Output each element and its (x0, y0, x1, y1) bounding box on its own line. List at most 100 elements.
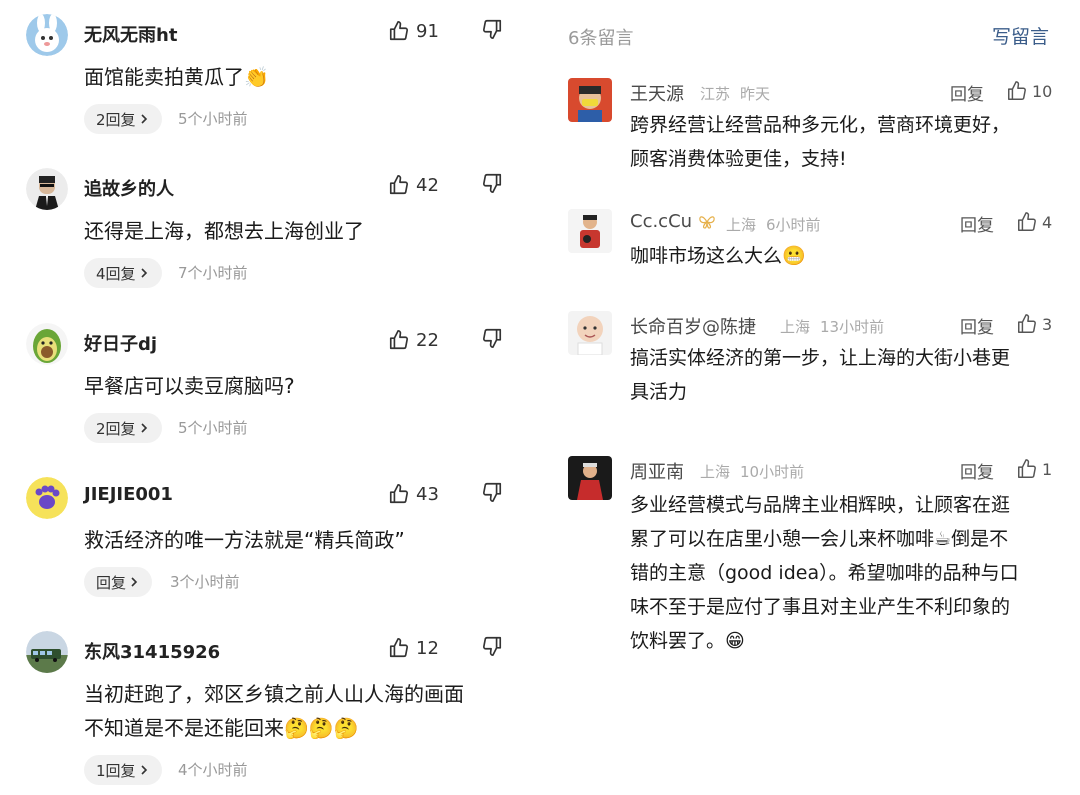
thumbs-up-icon (1018, 212, 1036, 231)
dislike-button[interactable] (481, 18, 503, 44)
like-count: 42 (416, 174, 439, 196)
timestamp: 4个小时前 (178, 761, 248, 779)
butterfly-badge-icon (699, 215, 715, 229)
comment-text: 咖啡市场这么大么😬 (630, 245, 806, 267)
comment-count: 6条留言 (568, 28, 634, 49)
comment-item: 追故乡的人 42 还得是上海，都想去上海创业了 4回复 7个小时前 (0, 168, 540, 298)
like-button[interactable]: 1 (1016, 456, 1052, 482)
reply-button[interactable]: 1回复 (84, 755, 162, 785)
username[interactable]: 好日子dj (84, 330, 157, 356)
reply-button[interactable]: 2回复 (84, 413, 162, 443)
like-count: 91 (416, 20, 439, 42)
comment-text-line3: 错的主意（good idea）。希望咖啡的品种与口 (630, 562, 1019, 584)
reply-button[interactable]: 回复 (950, 80, 984, 105)
reply-button[interactable]: 回复 (960, 211, 994, 236)
avatar[interactable] (26, 477, 68, 519)
thumbs-up-icon (389, 175, 409, 195)
comment-text-line2: 累了可以在店里小憩一会儿来杯咖啡☕倒是不 (630, 528, 1009, 550)
thumbs-down-icon (482, 173, 502, 193)
comment-text: 还得是上海，都想去上海创业了 (84, 219, 364, 243)
comment-text-line1: 搞活实体经济的第一步，让上海的大街小巷更 (630, 347, 1011, 369)
like-count: 43 (416, 483, 439, 505)
timestamp: 13小时前 (820, 318, 885, 336)
comment-text-line4: 味不至于是应付了事且对主业产生不利印象的 (630, 596, 1011, 618)
comment-item: 好日子dj 22 早餐店可以卖豆腐脑吗? 2回复 5个小时前 (0, 323, 540, 453)
location: 江苏 (700, 85, 731, 103)
avatar[interactable] (26, 631, 68, 673)
avatar[interactable] (26, 14, 68, 56)
comment-text-line1: 当初赶跑了，郊区乡镇之前人山人海的画面 (84, 682, 464, 706)
comment-text-line5: 饮料罢了。😁 (630, 630, 745, 652)
location: 上海 (700, 463, 731, 481)
thumbs-up-icon (389, 21, 409, 41)
avatar[interactable] (26, 168, 68, 210)
dislike-button[interactable] (481, 635, 503, 661)
avatar[interactable] (26, 323, 68, 365)
chevron-right-icon (140, 423, 147, 433)
like-button[interactable]: 42 (388, 170, 439, 200)
like-button[interactable]: 43 (388, 479, 439, 509)
like-button[interactable]: 3 (1016, 311, 1052, 337)
chevron-right-icon (140, 765, 147, 775)
comment-text-line2: 不知道是不是还能回来🤔🤔🤔 (84, 716, 359, 740)
username[interactable]: 无风无雨ht (84, 21, 177, 47)
write-comment-button[interactable]: 写留言 (992, 22, 1049, 49)
avatar[interactable] (568, 456, 612, 500)
grimacing-face-emoji: 😬 (782, 245, 806, 267)
username[interactable]: Cc.cCu (630, 211, 716, 232)
username-text: Cc.cCu (630, 211, 693, 232)
avatar[interactable] (568, 311, 612, 355)
like-count: 1 (1042, 459, 1053, 479)
chevron-right-icon (140, 114, 147, 124)
username[interactable]: 追故乡的人 (84, 175, 174, 201)
timestamp: 5个小时前 (178, 419, 248, 437)
dislike-button[interactable] (481, 172, 503, 198)
reply-button[interactable]: 4回复 (84, 258, 162, 288)
like-count: 10 (1032, 81, 1053, 101)
username[interactable]: 长命百岁@陈捷 (630, 313, 756, 339)
chevron-right-icon (140, 268, 147, 278)
thumbs-down-icon (482, 636, 502, 656)
coffee-emoji: ☕ (934, 528, 952, 550)
thumbs-up-icon (1018, 459, 1036, 478)
thumbs-up-icon (389, 330, 409, 350)
avatar[interactable] (568, 78, 612, 122)
like-button[interactable]: 10 (1006, 78, 1052, 104)
timestamp: 5个小时前 (178, 110, 248, 128)
username[interactable]: 王天源 (630, 80, 684, 106)
like-button[interactable]: 4 (1016, 209, 1052, 235)
reply-label: 1回复 (96, 761, 136, 780)
thumbs-up-icon (1008, 81, 1026, 100)
thumbs-down-icon (482, 19, 502, 39)
like-count: 22 (416, 329, 439, 351)
reply-button[interactable]: 回复 (960, 313, 994, 338)
comment-text: 面馆能卖拍黄瓜了👏 (84, 65, 269, 89)
comment-text-line1: 多业经营模式与品牌主业相辉映，让顾客在逛 (630, 494, 1011, 516)
thumbs-down-icon (482, 482, 502, 502)
username[interactable]: 东风31415926 (84, 638, 220, 664)
comment-text: 早餐店可以卖豆腐脑吗? (84, 374, 295, 398)
location: 上海 (726, 216, 757, 234)
thumbs-up-icon (389, 638, 409, 658)
dislike-button[interactable] (481, 481, 503, 507)
like-count: 4 (1042, 212, 1053, 232)
like-count: 3 (1042, 314, 1053, 334)
dislike-button[interactable] (481, 327, 503, 353)
avatar[interactable] (568, 209, 612, 253)
username[interactable]: JIEJIE001 (84, 484, 173, 505)
like-button[interactable]: 91 (388, 16, 439, 46)
thinking-face-emoji: 🤔🤔🤔 (284, 716, 359, 740)
like-button[interactable]: 22 (388, 325, 439, 355)
reply-button[interactable]: 2回复 (84, 104, 162, 134)
like-count: 12 (416, 637, 439, 659)
comment-item: 王天源 江苏 昨天 回复 10 跨界经营让经营品种多元化，营商环境更好， 顾客消… (540, 78, 1080, 188)
left-comment-list: 无风无雨ht 91 面馆能卖拍黄瓜了👏 2回复 5个小时前 追故乡的人 42 还… (0, 0, 540, 795)
like-button[interactable]: 12 (388, 633, 439, 663)
username[interactable]: 周亚南 (630, 458, 684, 484)
comment-item: 周亚南 上海 10小时前 回复 1 多业经营模式与品牌主业相辉映，让顾客在逛 累… (540, 456, 1080, 656)
timestamp: 6小时前 (766, 216, 821, 234)
timestamp: 10小时前 (740, 463, 805, 481)
reply-button[interactable]: 回复 (960, 458, 994, 483)
reply-button[interactable]: 回复 (84, 567, 153, 597)
comment-item: JIEJIE001 43 救活经济的唯一方法就是“精兵简政” 回复 3个小时前 (0, 477, 540, 607)
